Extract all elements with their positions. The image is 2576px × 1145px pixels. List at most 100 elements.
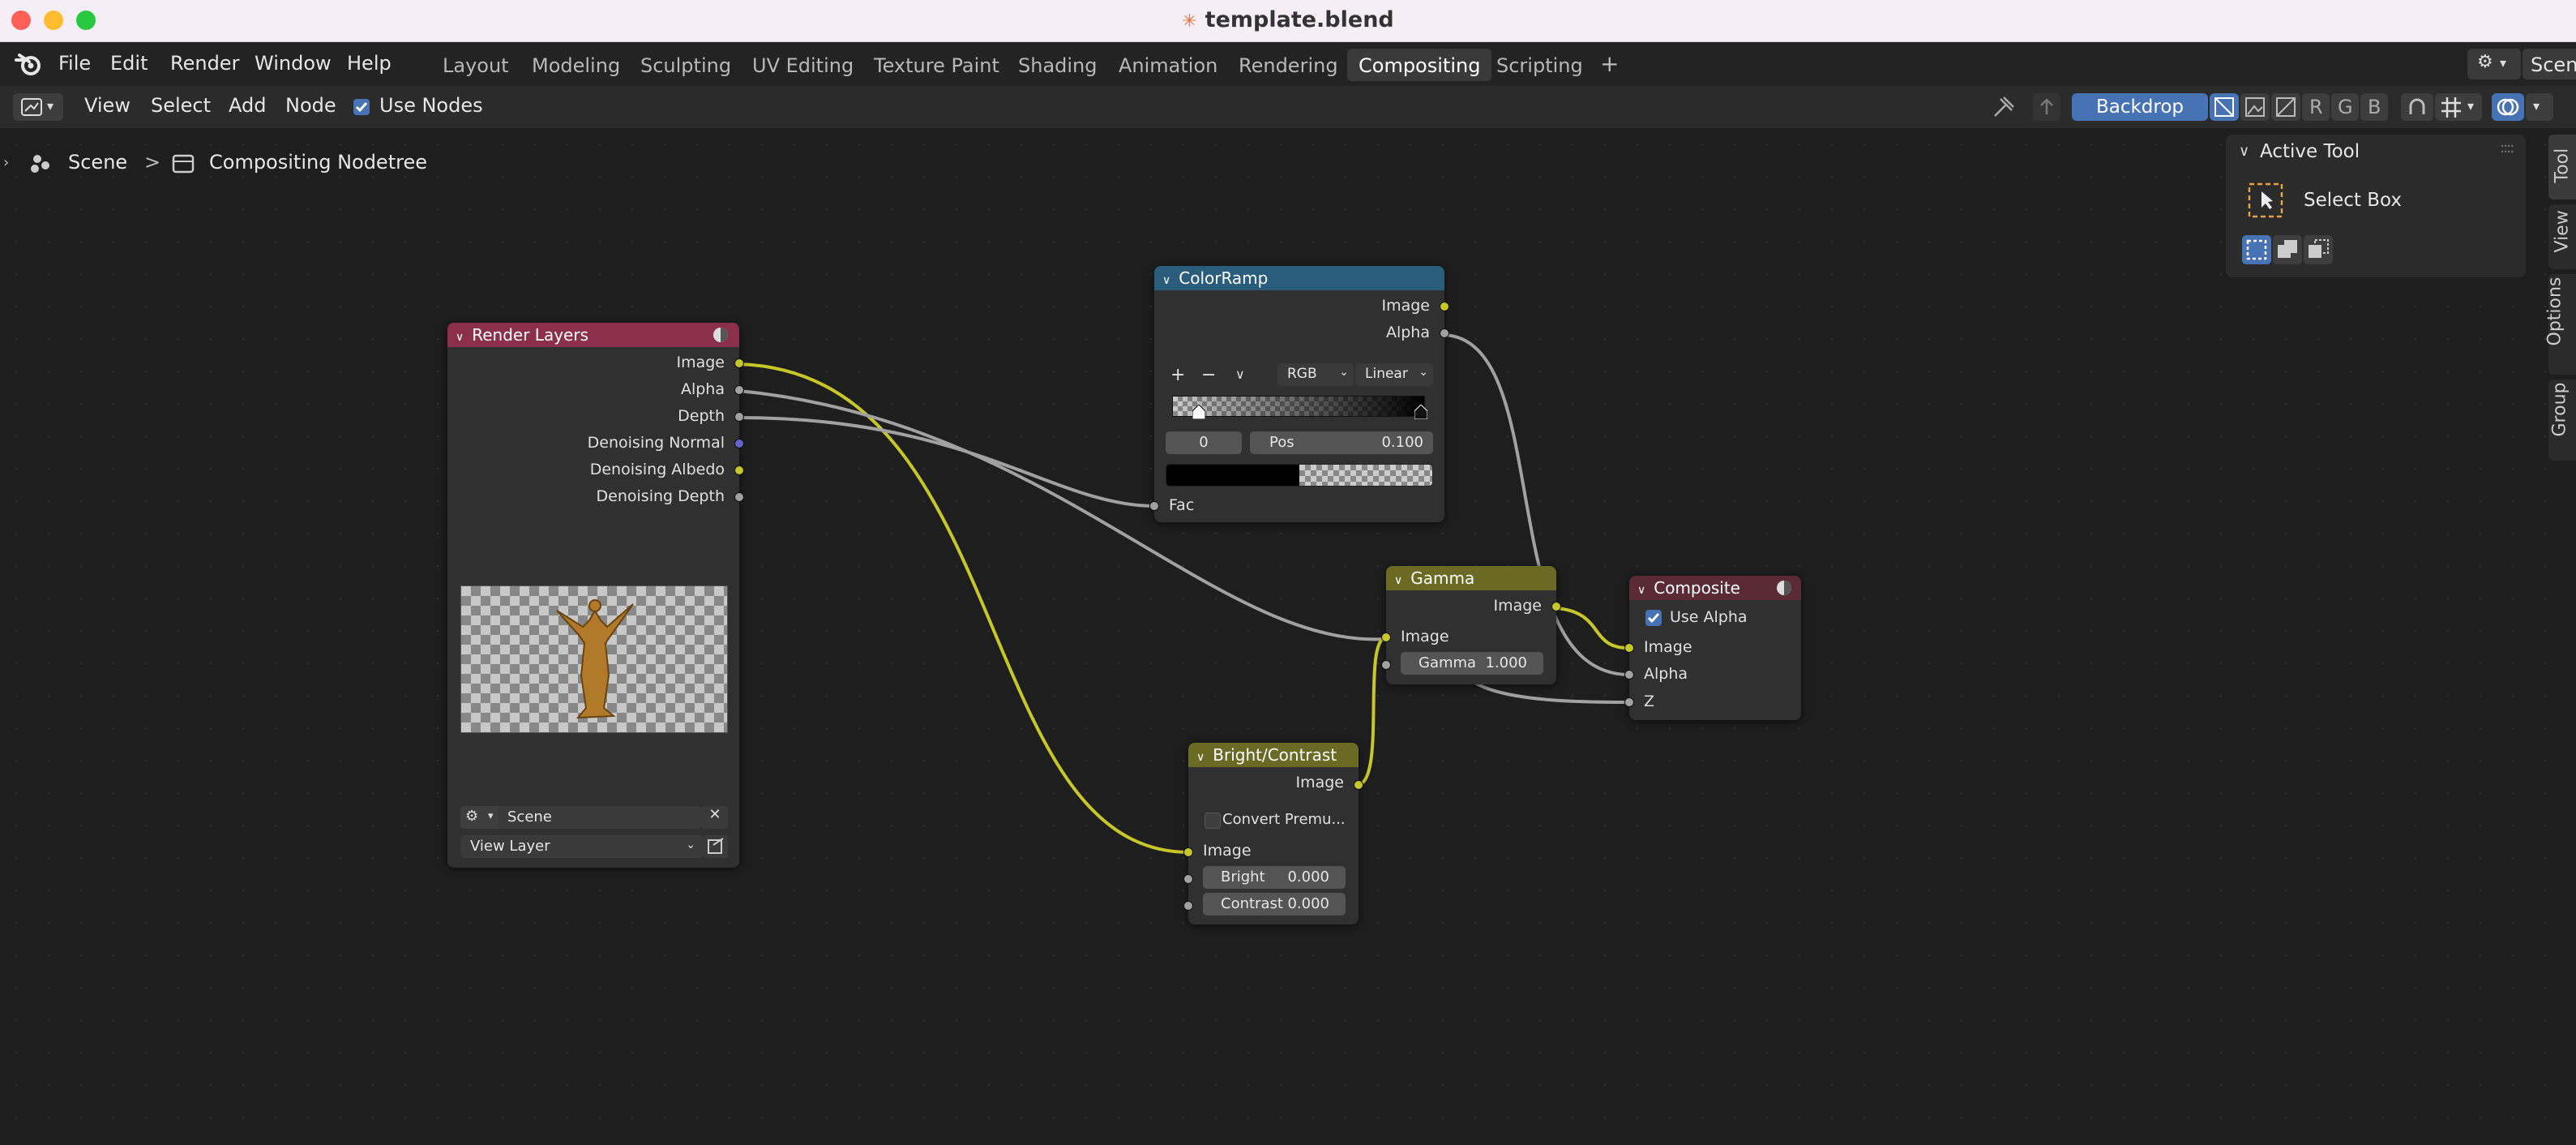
chevron-down-icon[interactable]: ∨ (1394, 574, 1402, 587)
chevron-down-icon[interactable]: ∨ (1637, 584, 1645, 597)
output-socket-image[interactable] (1440, 302, 1449, 311)
panel-collapse-chevron-icon[interactable]: ∨ (2239, 143, 2249, 160)
color-mode-dropdown[interactable]: RGB ⌄ (1277, 363, 1354, 386)
input-socket-image[interactable] (1183, 847, 1193, 857)
output-socket-denoising-depth[interactable] (734, 492, 744, 502)
node-header[interactable]: ∨ Composite (1629, 576, 1801, 600)
input-socket-alpha[interactable] (1624, 670, 1634, 680)
ramp-stop-handle-0[interactable] (1192, 405, 1205, 419)
mode-extend-button[interactable] (2273, 235, 2302, 264)
output-socket-image[interactable] (1551, 602, 1561, 611)
render-icon[interactable] (712, 326, 730, 344)
node-header[interactable]: ∨ Gamma (1386, 566, 1556, 590)
node-title: ColorRamp (1179, 268, 1269, 288)
sidebar-tab-tool[interactable]: Tool (2548, 135, 2576, 199)
contrast-value-field[interactable]: Contrast 0.000 (1203, 893, 1346, 916)
panel-title[interactable]: Active Tool (2260, 141, 2360, 162)
output-socket-alpha[interactable] (734, 385, 744, 395)
interpolation-text: Linear (1365, 366, 1408, 382)
ramp-options-chevron-icon[interactable]: ∨ (1235, 367, 1245, 382)
output-socket-denoising-albedo[interactable] (734, 465, 744, 475)
select-box-tool-icon[interactable] (2247, 182, 2284, 219)
link-brightcontrast-to-gamma (1358, 636, 1387, 787)
sidebar-tab-options-label: Options (2544, 277, 2565, 346)
input-socket-bright[interactable] (1183, 874, 1193, 884)
socket-label-image-in: Image (1401, 628, 1449, 645)
render-icon[interactable] (1775, 579, 1793, 597)
node-header[interactable]: ∨ ColorRamp (1154, 266, 1444, 290)
socket-label-denoising-depth: Denoising Depth (596, 487, 725, 505)
select-extend-icon (2278, 240, 2297, 258)
input-socket-z[interactable] (1624, 697, 1634, 707)
contrast-label: Contrast (1221, 895, 1283, 912)
gamma-value-field[interactable]: Gamma 1.000 (1401, 652, 1543, 675)
output-socket-image[interactable] (1354, 780, 1363, 790)
view-layer-new-button[interactable] (704, 835, 728, 858)
view-layer-text: View Layer (470, 838, 550, 855)
sidebar-tab-view[interactable]: View (2548, 204, 2576, 269)
view-layer-dropdown[interactable]: View Layer ⌄ (460, 835, 704, 858)
chevron-down-icon[interactable]: ∨ (456, 331, 464, 344)
remove-stop-button[interactable]: − (1201, 365, 1216, 385)
input-socket-image[interactable] (1381, 633, 1391, 642)
convert-premultiplied-checkbox[interactable] (1205, 813, 1221, 829)
chevron-down-icon[interactable]: ∨ (1162, 274, 1170, 287)
sidebar-tab-view-label: View (2552, 210, 2573, 253)
convert-premultiplied-label[interactable]: Convert Premu... (1222, 811, 1346, 828)
stop-position-field[interactable]: Pos 0.100 (1250, 431, 1433, 454)
output-socket-image[interactable] (734, 358, 744, 368)
socket-label-alpha: Alpha (680, 380, 725, 398)
pos-label: Pos (1269, 434, 1294, 451)
add-stop-button[interactable]: + (1170, 365, 1185, 385)
sidebar-tab-group[interactable]: Group (2548, 380, 2576, 461)
input-socket-fac[interactable] (1149, 501, 1159, 511)
stop-color-opaque (1166, 465, 1299, 486)
output-socket-alpha[interactable] (1440, 328, 1449, 338)
output-socket-depth[interactable] (734, 412, 744, 422)
sidebar-tab-options[interactable]: Options (2544, 274, 2576, 375)
bright-value-field[interactable]: Bright 0.000 (1203, 866, 1346, 889)
socket-label-denoising-normal: Denoising Normal (587, 434, 725, 452)
color-ramp-bar[interactable] (1172, 396, 1427, 419)
socket-label-image: Image (1381, 297, 1430, 315)
scene-field-text: Scene (507, 808, 552, 826)
socket-label-denoising-albedo: Denoising Albedo (589, 461, 725, 478)
stop-color-swatch[interactable] (1166, 464, 1433, 487)
socket-label-image: Image (1644, 638, 1692, 656)
node-header[interactable]: ∨ Bright/Contrast (1188, 743, 1359, 767)
input-socket-image[interactable] (1624, 643, 1634, 653)
gamma-value: 1.000 (1485, 654, 1527, 671)
chevron-down-icon: ⌄ (686, 838, 695, 851)
ramp-stop-handle-1[interactable] (1414, 405, 1427, 419)
interpolation-dropdown[interactable]: Linear ⌄ (1355, 363, 1433, 386)
socket-label-depth: Depth (678, 407, 725, 425)
mode-subtract-button[interactable] (2304, 235, 2333, 264)
drag-handle-icon[interactable]: :::: (2500, 139, 2514, 157)
node-links (738, 333, 1630, 854)
output-socket-denoising-normal[interactable] (734, 439, 744, 448)
close-icon: ✕ (708, 806, 721, 823)
node-render-layers[interactable]: ∨ Render Layers Image Alpha Depth Denoisi… (447, 323, 744, 868)
socket-label-alpha: Alpha (1644, 665, 1688, 683)
node-colorramp[interactable]: ∨ ColorRamp Image Alpha + − ∨ RGB ⌄ Linea… (1149, 266, 1449, 522)
node-bright-contrast[interactable]: ∨ Bright/Contrast Image Convert Premu... … (1183, 743, 1363, 924)
input-socket-contrast[interactable] (1183, 901, 1193, 911)
node-composite[interactable]: ∨ Composite Use Alpha Image Alpha Z (1624, 576, 1801, 720)
scene-field[interactable]: Scene (498, 806, 702, 829)
chevron-down-icon: ⌄ (1419, 366, 1428, 379)
use-alpha-label[interactable]: Use Alpha (1670, 608, 1748, 626)
node-title: Render Layers (472, 325, 588, 345)
use-alpha-checkbox[interactable] (1645, 610, 1662, 626)
link-renderlayers-depth-to-colorramp (738, 416, 1155, 508)
pos-value: 0.100 (1381, 434, 1423, 451)
scene-clear-button[interactable]: ✕ (702, 806, 728, 829)
socket-label-image-out: Image (1295, 774, 1344, 791)
node-header[interactable]: ∨ Render Layers (447, 323, 739, 347)
link-gamma-to-composite-image (1555, 607, 1630, 650)
active-stop-index-field[interactable]: 0 (1166, 431, 1242, 454)
chevron-down-icon: ⌄ (1339, 366, 1349, 379)
mode-set-button[interactable] (2242, 235, 2271, 264)
node-gamma[interactable]: ∨ Gamma Image Image Gamma 1.000 (1381, 566, 1561, 684)
chevron-down-icon[interactable]: ∨ (1196, 751, 1205, 764)
input-socket-gamma[interactable] (1381, 660, 1391, 670)
